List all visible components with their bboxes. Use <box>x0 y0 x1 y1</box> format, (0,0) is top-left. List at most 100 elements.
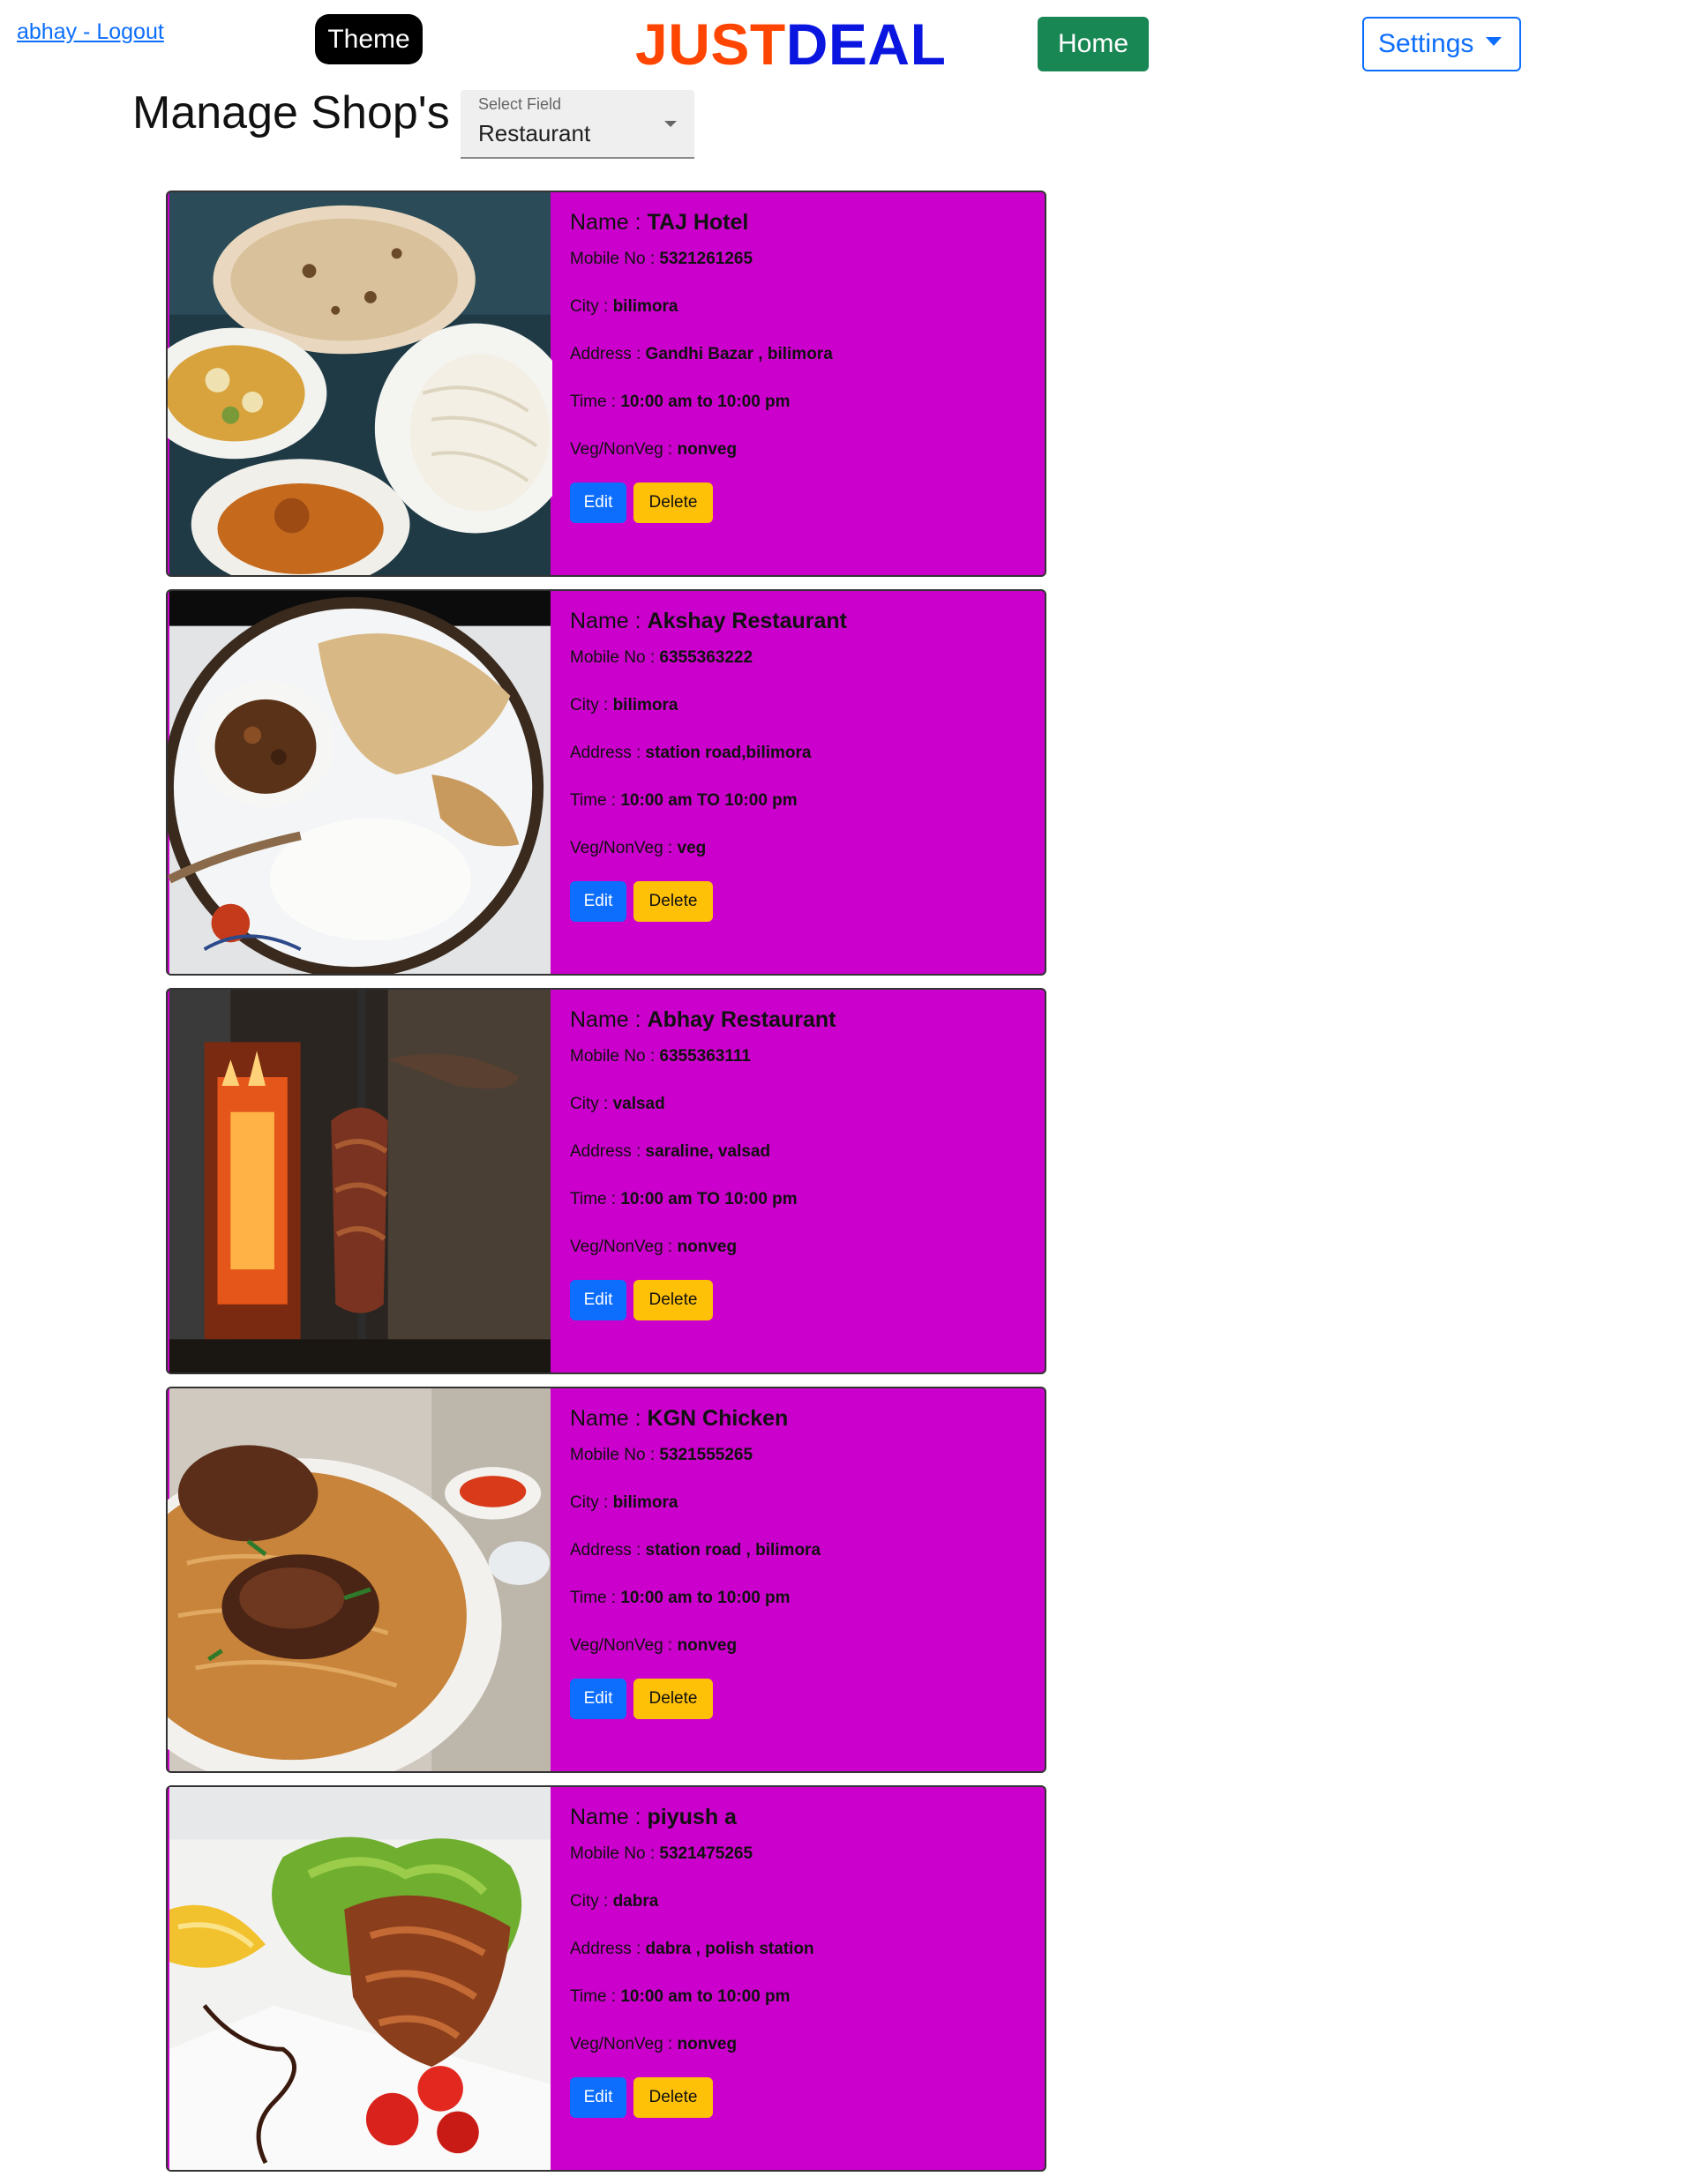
shop-vegnonveg-label: Veg/NonVeg : <box>570 1636 678 1655</box>
shop-vegnonveg-line: Veg/NonVeg : nonveg <box>570 440 833 460</box>
shop-name-label: Name : <box>570 1406 648 1431</box>
shop-vegnonveg: veg <box>677 839 707 857</box>
select-field-label: Select Field <box>478 95 562 113</box>
shop-city-line: City : bilimora <box>570 1493 821 1513</box>
select-field-dropdown[interactable]: Select Field Restaurant <box>461 90 694 159</box>
brand-logo-part1: JUST <box>635 11 786 77</box>
shop-address-line: Address : dabra , polish station <box>570 1940 814 1959</box>
user-logout-link[interactable]: abhay - Logout <box>17 19 164 45</box>
shop-card: Name : Abhay Restaurant Mobile No : 6355… <box>166 988 1046 1374</box>
shop-vegnonveg-label: Veg/NonVeg : <box>570 2035 678 2053</box>
shop-card-list: Name : TAJ Hotel Mobile No : 5321261265 … <box>166 191 1046 2184</box>
theme-toggle-button[interactable]: Theme <box>315 14 423 64</box>
shop-city-label: City : <box>570 1095 613 1113</box>
shop-name-line: Name : piyush a <box>570 1805 814 1830</box>
shop-actions: Edit Delete <box>570 2077 814 2118</box>
shop-name-label: Name : <box>570 210 648 235</box>
food-image-naan-curry-rice <box>168 192 552 575</box>
shop-mobile: 6355363222 <box>659 648 753 667</box>
shop-card-body: Name : Akshay Restaurant Mobile No : 635… <box>552 591 847 974</box>
food-image-shawarma-grill <box>169 990 551 1372</box>
shop-mobile: 6355363111 <box>659 1047 751 1066</box>
shop-mobile-label: Mobile No : <box>570 250 660 268</box>
edit-button[interactable]: Edit <box>570 2077 626 2118</box>
shop-mobile-line: Mobile No : 5321555265 <box>570 1446 821 1465</box>
brand-logo[interactable]: JUSTDEAL <box>635 7 946 81</box>
shop-vegnonveg-label: Veg/NonVeg : <box>570 440 678 459</box>
shop-city-line: City : dabra <box>570 1892 814 1911</box>
shop-name: KGN Chicken <box>647 1406 789 1431</box>
shop-time: 10:00 am TO 10:00 pm <box>620 791 798 810</box>
shop-mobile-line: Mobile No : 5321261265 <box>570 250 833 269</box>
home-button[interactable]: Home <box>1038 17 1149 71</box>
shop-card: Name : KGN Chicken Mobile No : 532155526… <box>166 1387 1046 1773</box>
shop-name: TAJ Hotel <box>647 210 749 235</box>
shop-vegnonveg: nonveg <box>677 1238 738 1256</box>
shop-time: 10:00 am to 10:00 pm <box>620 1987 791 2006</box>
shop-vegnonveg-line: Veg/NonVeg : nonveg <box>570 1238 836 1257</box>
delete-button[interactable]: Delete <box>633 1280 713 1320</box>
shop-card-body: Name : Abhay Restaurant Mobile No : 6355… <box>552 990 836 1372</box>
settings-dropdown-button[interactable]: Settings <box>1362 17 1521 71</box>
shop-time: 10:00 am to 10:00 pm <box>620 393 791 411</box>
shop-vegnonveg-label: Veg/NonVeg : <box>570 1238 678 1256</box>
shop-card: Name : Akshay Restaurant Mobile No : 635… <box>166 589 1046 976</box>
shop-city-label: City : <box>570 1892 613 1911</box>
shop-vegnonveg-label: Veg/NonVeg : <box>570 839 678 857</box>
shop-address-label: Address : <box>570 744 646 762</box>
shop-time-line: Time : 10:00 am to 10:00 pm <box>570 1987 814 2007</box>
shop-address: saraline, valsad <box>645 1142 771 1161</box>
shop-address: station road,bilimora <box>645 744 812 762</box>
shop-address-label: Address : <box>570 1940 646 1958</box>
food-image-grilled-fish-salad <box>169 1787 551 2170</box>
shop-mobile-label: Mobile No : <box>570 1844 660 1863</box>
shop-mobile-line: Mobile No : 6355363222 <box>570 648 847 668</box>
shop-name: piyush a <box>647 1805 737 1829</box>
shop-actions: Edit Delete <box>570 881 847 922</box>
shop-time-label: Time : <box>570 1987 621 2006</box>
shop-actions: Edit Delete <box>570 482 833 523</box>
shop-vegnonveg-line: Veg/NonVeg : nonveg <box>570 2035 814 2054</box>
edit-button[interactable]: Edit <box>570 1280 626 1320</box>
shop-address-line: Address : Gandhi Bazar , bilimora <box>570 345 833 364</box>
shop-mobile-label: Mobile No : <box>570 648 660 667</box>
shop-vegnonveg: nonveg <box>677 440 738 459</box>
shop-city-line: City : valsad <box>570 1095 836 1114</box>
shop-address-line: Address : station road,bilimora <box>570 744 847 763</box>
shop-address: dabra , polish station <box>645 1940 814 1958</box>
shop-address-line: Address : station road , bilimora <box>570 1541 821 1560</box>
shop-address: station road , bilimora <box>645 1541 821 1559</box>
shop-mobile: 5321261265 <box>659 250 753 268</box>
edit-button[interactable]: Edit <box>570 482 626 523</box>
top-navbar: abhay - Logout Theme JUSTDEAL Home Setti… <box>0 0 1694 79</box>
shop-city-label: City : <box>570 1493 613 1512</box>
edit-button[interactable]: Edit <box>570 881 626 922</box>
shop-address-label: Address : <box>570 1142 646 1161</box>
shop-time-label: Time : <box>570 393 621 411</box>
caret-down-icon <box>1486 37 1503 46</box>
shop-actions: Edit Delete <box>570 1679 821 1719</box>
select-field-value: Restaurant <box>478 120 591 146</box>
shop-mobile: 5321475265 <box>659 1844 753 1863</box>
shop-name: Abhay Restaurant <box>647 1007 836 1032</box>
shop-time: 10:00 am to 10:00 pm <box>620 1589 791 1607</box>
edit-button[interactable]: Edit <box>570 1679 626 1719</box>
shop-name-label: Name : <box>570 1805 648 1829</box>
shop-name-line: Name : KGN Chicken <box>570 1406 821 1432</box>
delete-button[interactable]: Delete <box>633 2077 713 2118</box>
delete-button[interactable]: Delete <box>633 482 713 523</box>
delete-button[interactable]: Delete <box>633 881 713 922</box>
shop-city: valsad <box>612 1095 665 1113</box>
shop-time-line: Time : 10:00 am to 10:00 pm <box>570 1589 821 1608</box>
shop-name-line: Name : Akshay Restaurant <box>570 609 847 634</box>
shop-name-line: Name : TAJ Hotel <box>570 210 833 236</box>
shop-name: Akshay Restaurant <box>647 609 848 633</box>
shop-card: Name : piyush a Mobile No : 5321475265 C… <box>166 1785 1046 2172</box>
shop-card-body: Name : TAJ Hotel Mobile No : 5321261265 … <box>552 192 833 575</box>
delete-button[interactable]: Delete <box>633 1679 713 1719</box>
food-image-roti-rice-thali <box>168 591 551 974</box>
shop-mobile-line: Mobile No : 6355363111 <box>570 1047 836 1066</box>
shop-address-label: Address : <box>570 345 646 363</box>
shop-card-body: Name : KGN Chicken Mobile No : 532155526… <box>552 1388 821 1771</box>
shop-address-label: Address : <box>570 1541 646 1559</box>
